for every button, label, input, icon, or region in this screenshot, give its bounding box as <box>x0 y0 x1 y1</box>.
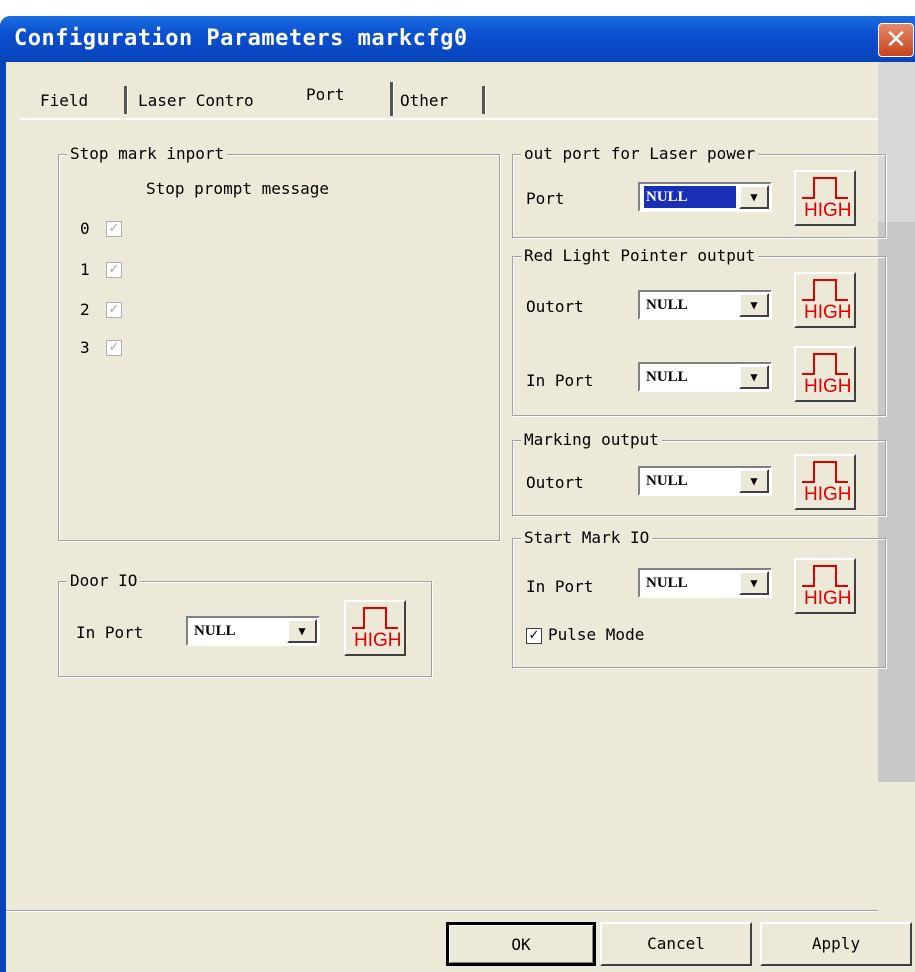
door-io-legend: Door IO <box>67 570 141 592</box>
tab-port[interactable]: Port <box>306 78 345 112</box>
check-icon: ✓ <box>528 628 540 643</box>
close-button[interactable]: ✕ <box>878 23 914 57</box>
dropdown-arrow-icon[interactable]: ▼ <box>739 293 769 317</box>
stop-prompt-header: Stop prompt message <box>146 179 330 198</box>
stop-checkbox-0[interactable]: ✓ <box>106 221 122 237</box>
apply-button[interactable]: Apply <box>760 922 912 966</box>
stop-mark-group: Stop mark inport <box>58 143 500 541</box>
laser-power-port-select[interactable]: NULL ▼ <box>638 182 772 212</box>
stop-row-label: 0 <box>80 219 90 238</box>
start-mark-level-button[interactable]: HIGH <box>794 558 856 614</box>
red-light-in-label: In Port <box>526 371 594 390</box>
dropdown-arrow-icon[interactable]: ▼ <box>739 571 769 595</box>
level-text: HIGH <box>804 200 852 221</box>
red-light-out-select[interactable]: NULL ▼ <box>638 290 772 320</box>
marking-level-button[interactable]: HIGH <box>794 454 856 510</box>
laser-power-port-label: Port <box>526 189 565 208</box>
marking-out-value: NULL <box>646 473 688 489</box>
start-mark-in-value: NULL <box>646 575 688 591</box>
stop-row-label: 1 <box>80 260 90 279</box>
marking-out-label: Outort <box>526 473 584 492</box>
stop-checkbox-3[interactable]: ✓ <box>106 340 122 356</box>
tab-divider <box>482 86 486 114</box>
laser-power-level-button[interactable]: HIGH <box>794 170 856 226</box>
level-text: HIGH <box>804 484 852 505</box>
laser-power-legend: out port for Laser power <box>521 143 759 165</box>
dialog-window: Configuration Parameters markcfg0 ✕ Fiel… <box>0 0 915 972</box>
high-level-pulse-icon <box>802 565 848 587</box>
high-level-pulse-icon <box>802 353 848 375</box>
door-in-port-value: NULL <box>194 623 236 639</box>
stop-row-label: 2 <box>80 300 90 319</box>
tab-laser-control[interactable]: Laser Contro <box>138 84 254 118</box>
cancel-button[interactable]: Cancel <box>600 922 752 966</box>
red-light-out-value: NULL <box>646 297 688 313</box>
level-text: HIGH <box>804 588 852 609</box>
window-title: Configuration Parameters markcfg0 <box>14 26 468 51</box>
red-light-out-level-button[interactable]: HIGH <box>794 272 856 328</box>
ok-button[interactable]: OK <box>446 922 596 966</box>
title-bar[interactable]: Configuration Parameters markcfg0 ✕ <box>0 16 915 62</box>
check-icon: ✓ <box>108 302 120 317</box>
tab-field[interactable]: Field <box>40 84 88 118</box>
high-level-pulse-icon <box>802 279 848 301</box>
check-icon: ✓ <box>108 262 120 277</box>
ok-button-label: OK <box>511 935 531 954</box>
cancel-button-label: Cancel <box>647 934 705 953</box>
red-light-in-level-button[interactable]: HIGH <box>794 346 856 402</box>
high-level-pulse-icon <box>802 177 848 199</box>
door-in-port-label: In Port <box>76 623 144 642</box>
stop-row-label: 3 <box>80 338 90 357</box>
start-mark-in-select[interactable]: NULL ▼ <box>638 568 772 598</box>
tab-panel-border <box>20 118 878 120</box>
tab-other[interactable]: Other <box>400 84 448 118</box>
stop-checkbox-1[interactable]: ✓ <box>106 262 122 278</box>
close-icon: ✕ <box>885 25 907 55</box>
door-in-port-select[interactable]: NULL ▼ <box>186 616 320 646</box>
dropdown-arrow-icon[interactable]: ▼ <box>739 185 769 209</box>
pulse-mode-checkbox[interactable]: ✓ <box>526 628 542 644</box>
dropdown-arrow-icon[interactable]: ▼ <box>739 469 769 493</box>
button-area-divider <box>6 910 878 912</box>
stop-mark-legend: Stop mark inport <box>67 143 228 165</box>
dropdown-arrow-icon[interactable]: ▼ <box>739 365 769 389</box>
high-level-pulse-icon <box>352 607 398 629</box>
apply-button-label: Apply <box>811 934 861 953</box>
marking-out-select[interactable]: NULL ▼ <box>638 466 772 496</box>
level-text: HIGH <box>354 630 402 651</box>
red-light-in-select[interactable]: NULL ▼ <box>638 362 772 392</box>
marking-output-legend: Marking output <box>521 429 662 451</box>
red-light-in-value: NULL <box>646 369 688 385</box>
high-level-pulse-icon <box>802 461 848 483</box>
red-light-legend: Red Light Pointer output <box>521 245 759 267</box>
check-icon: ✓ <box>108 340 120 355</box>
laser-power-port-value: NULL <box>643 185 737 209</box>
tab-divider <box>124 86 128 114</box>
start-mark-in-label: In Port <box>526 577 594 596</box>
check-icon: ✓ <box>108 221 120 236</box>
start-mark-legend: Start Mark IO <box>521 527 653 549</box>
level-text: HIGH <box>804 376 852 397</box>
dropdown-arrow-icon[interactable]: ▼ <box>287 619 317 643</box>
red-light-out-label: Outort <box>526 297 584 316</box>
pulse-mode-label: Pulse Mode <box>548 625 645 644</box>
stop-checkbox-2[interactable]: ✓ <box>106 302 122 318</box>
tab-divider <box>390 82 394 116</box>
level-text: HIGH <box>804 302 852 323</box>
door-level-button[interactable]: HIGH <box>344 600 406 656</box>
